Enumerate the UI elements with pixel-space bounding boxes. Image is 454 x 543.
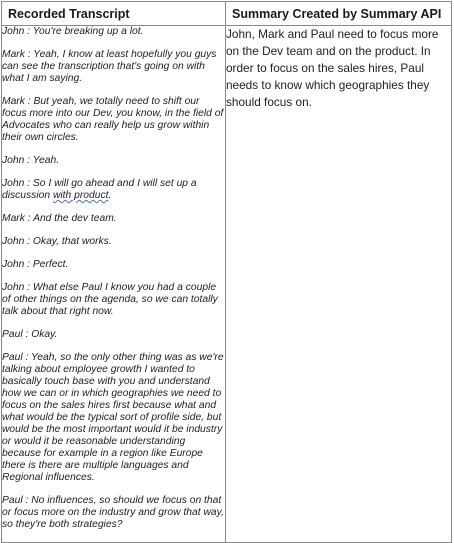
transcript-line: Mark : But yeah, we totally need to shif… (2, 96, 224, 143)
transcript-line: Mark : Yeah, I know at least hopefully y… (2, 49, 217, 84)
summary-cell: John, Mark and Paul need to focus more o… (225, 25, 452, 543)
spellcheck-underlined-phrase: with product (52, 190, 109, 201)
transcript-line: Paul : Okay. (2, 329, 58, 340)
recorded-transcript-header: Recorded Transcript (1, 1, 226, 26)
summary-text: John, Mark and Paul need to focus more o… (226, 27, 439, 109)
transcript-line: Mark : And the dev team. (2, 213, 117, 224)
transcript-line: John : You're breaking up a lot. (2, 26, 144, 37)
header-row: Recorded Transcript Summary Created by S… (1, 1, 452, 26)
transcript-summary-table: Recorded Transcript Summary Created by S… (1, 1, 452, 543)
transcript-line-setup: John : So I will go ahead and I will set… (2, 178, 225, 202)
summary-header: Summary Created by Summary API (225, 1, 452, 26)
transcript-cell: John : You're breaking up a lot. Mark : … (1, 25, 226, 543)
transcript-line: Paul : No influences, so should we focus… (2, 495, 224, 530)
transcript-line: John : Yeah. (2, 155, 60, 166)
transcript-line: John : What else Paul I know you had a c… (2, 282, 218, 317)
setup-line-end: . (108, 190, 112, 201)
transcript-line: Paul : Yeah, so the only other thing was… (2, 352, 224, 483)
transcript-line: John : Okay, that works. (2, 236, 112, 247)
transcript-line: John : Perfect. (2, 259, 69, 270)
content-row: John : You're breaking up a lot. Mark : … (1, 25, 452, 543)
